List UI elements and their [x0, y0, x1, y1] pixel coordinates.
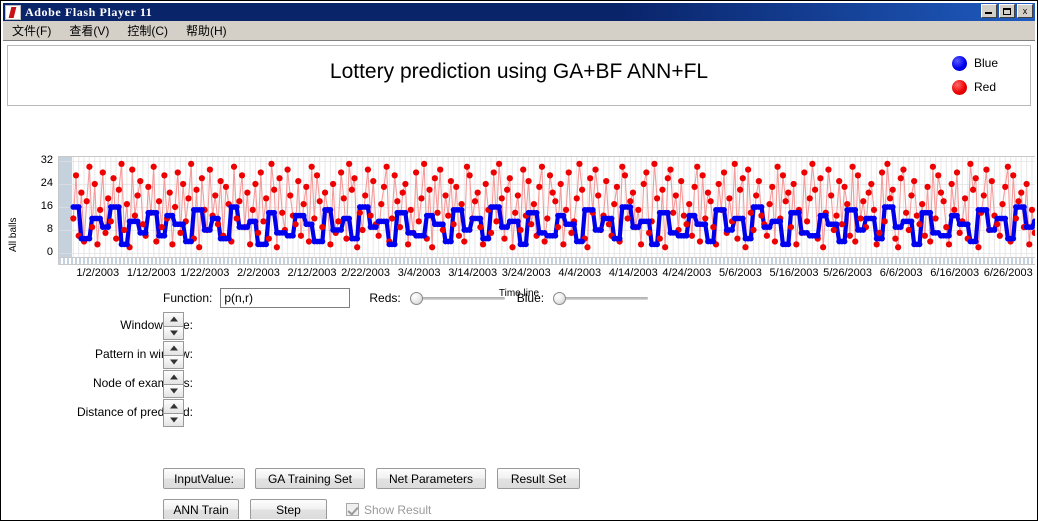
- reds-label: Reds:: [369, 291, 401, 305]
- x-axis-strip: [58, 258, 1035, 265]
- y-tick-label: 16: [40, 200, 53, 212]
- maximize-button[interactable]: [999, 4, 1015, 18]
- distance-of-predicted-down-icon[interactable]: [163, 412, 184, 427]
- title-bar: Adobe Flash Player 11 x: [3, 3, 1035, 21]
- y-axis-ticks: 0 8 16 24 32: [17, 154, 53, 258]
- show-result-checkbox[interactable]: [346, 503, 359, 516]
- function-row: Function: Reds: Blue:: [163, 288, 649, 308]
- show-result-checkbox-wrap[interactable]: Show Result: [346, 503, 431, 517]
- window-size-spinner[interactable]: [163, 312, 184, 340]
- pattern-in-window-up-icon[interactable]: [163, 341, 184, 355]
- function-label: Function:: [163, 291, 213, 305]
- y-tick-label: 32: [40, 154, 53, 166]
- buttons-row-2: ANN Train Step Show Result: [163, 499, 431, 519]
- y-tick-label: 24: [40, 177, 53, 189]
- flash-icon: [5, 4, 21, 20]
- window-size-down-icon[interactable]: [163, 325, 184, 340]
- legend-item-blue: Blue: [952, 51, 1024, 75]
- pattern-in-window-down-icon[interactable]: [163, 354, 184, 369]
- pattern-in-window-spinner[interactable]: [163, 341, 184, 369]
- blue-slider-track: [559, 297, 649, 300]
- result-set-button[interactable]: Result Set: [497, 468, 580, 489]
- minimize-button[interactable]: [981, 4, 997, 18]
- buttons-row-1: InputValue: GA Training Set Net Paramete…: [163, 468, 580, 489]
- legend-item-red: Red: [952, 75, 1024, 99]
- node-of-examples-up-icon[interactable]: [163, 370, 184, 384]
- blue-slider-thumb[interactable]: [553, 292, 567, 305]
- control-panel: Function: Reds: Blue: Window Size:: [3, 274, 1035, 519]
- chart-legend: Blue Red: [952, 51, 1024, 99]
- menu-control[interactable]: 控制(C): [118, 20, 177, 41]
- page-title: Lottery prediction using GA+BF ANN+FL: [329, 60, 709, 83]
- blue-dot-icon: [952, 55, 967, 71]
- blue-label: Blue:: [516, 291, 545, 305]
- flash-player-window: Adobe Flash Player 11 x 文件(F) 查看(V) 控制(C…: [0, 0, 1038, 521]
- function-input[interactable]: [220, 288, 351, 308]
- window-controls: x: [981, 4, 1033, 18]
- node-of-examples-down-icon[interactable]: [163, 383, 184, 398]
- ga-training-set-button[interactable]: GA Training Set: [255, 468, 365, 489]
- menu-help[interactable]: 帮助(H): [177, 20, 236, 41]
- node-of-examples-spinner[interactable]: [163, 370, 184, 398]
- input-value-button[interactable]: InputValue:: [163, 468, 245, 489]
- step-button[interactable]: Step: [250, 499, 327, 519]
- ann-train-button[interactable]: ANN Train: [163, 499, 239, 519]
- window-size-up-icon[interactable]: [163, 312, 184, 326]
- reds-slider[interactable]: [409, 291, 505, 305]
- menu-view[interactable]: 查看(V): [60, 20, 118, 41]
- red-dot-icon: [952, 79, 967, 95]
- legend-label-red: Red: [974, 80, 997, 94]
- distance-of-predicted-spinner[interactable]: [163, 399, 184, 427]
- show-result-label: Show Result: [364, 502, 432, 517]
- net-parameters-button[interactable]: Net Parameters: [376, 468, 486, 489]
- distance-of-predicted-up-icon[interactable]: [163, 399, 184, 413]
- blue-slider[interactable]: [553, 291, 649, 305]
- close-icon[interactable]: x: [1017, 4, 1033, 18]
- menu-bar: 文件(F) 查看(V) 控制(C) 帮助(H): [3, 21, 1035, 41]
- y-tick-label: 8: [46, 223, 53, 235]
- flash-stage: Lottery prediction using GA+BF ANN+FL Bl…: [3, 42, 1035, 519]
- reds-slider-track: [415, 297, 505, 300]
- y-tick-label: 0: [46, 246, 53, 258]
- plot-area: [58, 156, 1035, 258]
- reds-slider-thumb[interactable]: [409, 292, 423, 305]
- legend-label-blue: Blue: [974, 56, 999, 70]
- window-title: Adobe Flash Player 11: [25, 4, 153, 19]
- header-panel: Lottery prediction using GA+BF ANN+FL Bl…: [7, 45, 1031, 106]
- menu-file[interactable]: 文件(F): [3, 20, 60, 41]
